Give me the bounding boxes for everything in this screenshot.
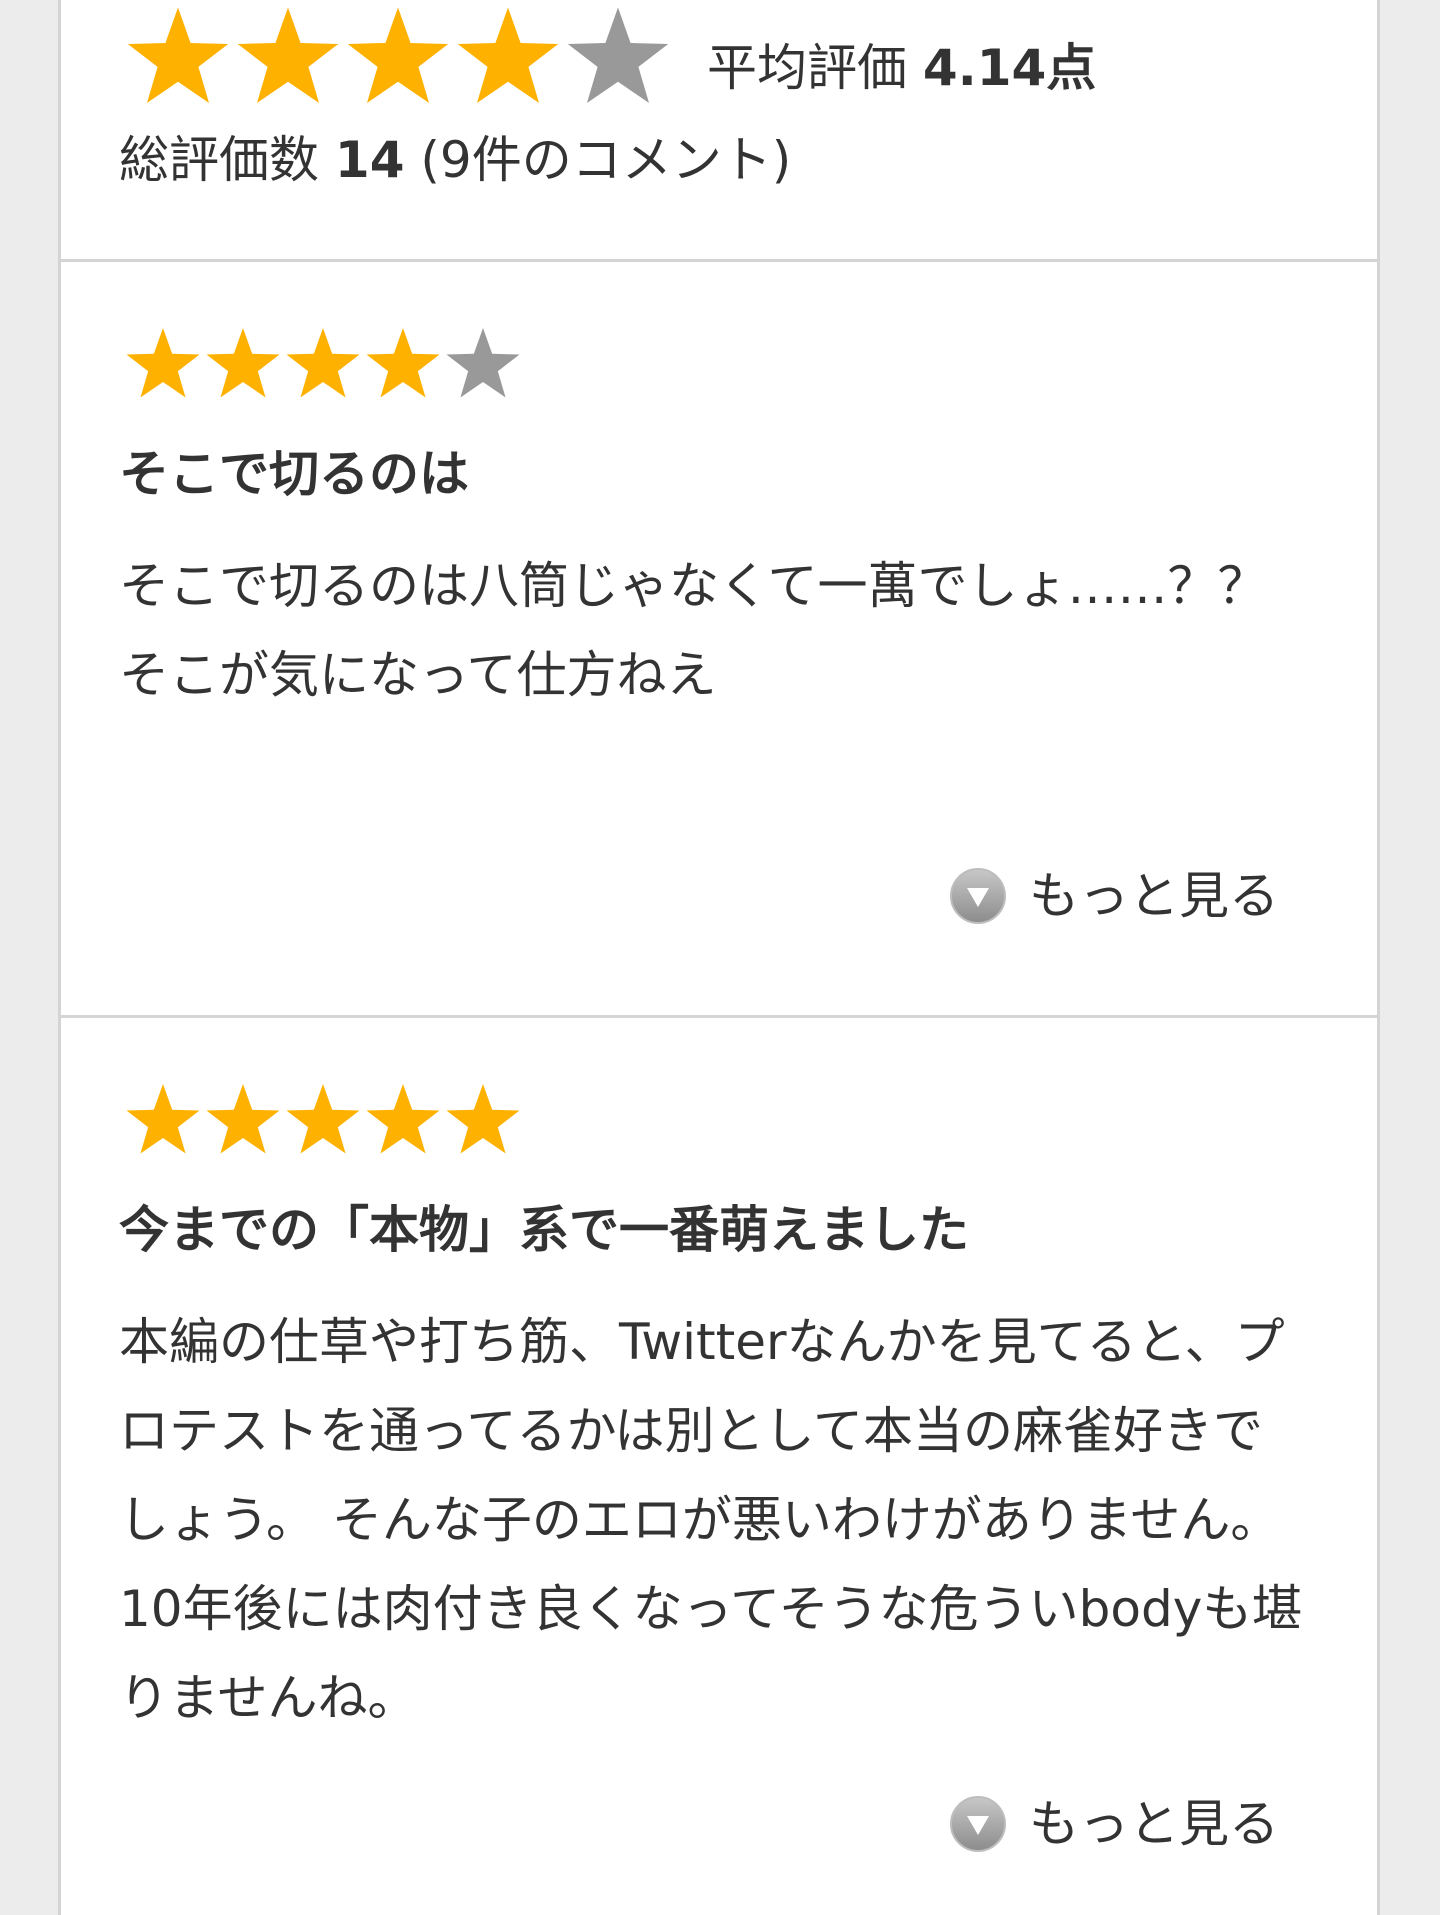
- show-more-button[interactable]: もっと見る: [949, 1794, 1279, 1854]
- review-star-rating: [123, 1080, 523, 1160]
- star-empty-icon: [567, 7, 669, 104]
- comment-count: (9件のコメント): [420, 131, 792, 189]
- star-empty-icon: [446, 328, 520, 398]
- star-filled-icon: [126, 1084, 200, 1154]
- review-star-rating: [123, 324, 523, 404]
- star-filled-icon: [286, 1084, 360, 1154]
- average-rating-value: 4.14点: [922, 39, 1097, 97]
- star-filled-icon: [127, 7, 229, 104]
- review-item: そこで切るのは そこで切るのは八筒じゃなくて一萬でしょ……？？ そこが気になって…: [61, 262, 1377, 1018]
- star-filled-icon: [347, 7, 449, 104]
- star-filled-icon: [206, 328, 280, 398]
- show-more-label: もっと見る: [1029, 867, 1279, 925]
- star-filled-icon: [446, 1084, 520, 1154]
- review-body: 本編の仕草や打ち筋、Twitterなんかを見てると、プロテストを通ってるかは別と…: [119, 1313, 1303, 1727]
- review-item: 今までの「本物」系で一番萌えました 本編の仕草や打ち筋、Twitterなんかを見…: [61, 1018, 1377, 1915]
- star-filled-icon: [366, 328, 440, 398]
- star-filled-icon: [457, 7, 559, 104]
- review-title: 今までの「本物」系で一番萌えました: [119, 1201, 969, 1259]
- star-filled-icon: [286, 328, 360, 398]
- total-ratings: 総評価数 14 (9件のコメント): [119, 130, 791, 190]
- average-rating-label: 平均評価: [707, 39, 907, 97]
- review-title: そこで切るのは: [119, 445, 469, 503]
- triangle-down-circle-icon: [950, 1796, 1006, 1852]
- summary-star-rating: [123, 2, 673, 112]
- triangle-down-circle-icon: [950, 868, 1006, 924]
- rating-summary: 平均評価 4.14点 総評価数 14 (9件のコメント): [61, 0, 1377, 262]
- star-filled-icon: [206, 1084, 280, 1154]
- star-filled-icon: [126, 328, 200, 398]
- total-ratings-label: 総評価数: [119, 131, 319, 189]
- average-rating: 平均評価 4.14点: [707, 38, 1096, 98]
- total-ratings-value: 14: [334, 131, 405, 189]
- star-filled-icon: [237, 7, 339, 104]
- review-body: そこで切るのは八筒じゃなくて一萬でしょ……？？ そこが気になって仕方ねえ: [119, 557, 1268, 704]
- show-more-button[interactable]: もっと見る: [949, 866, 1279, 926]
- reviews-panel: 平均評価 4.14点 総評価数 14 (9件のコメント) そこで切るのは そこで…: [58, 0, 1380, 1915]
- star-filled-icon: [366, 1084, 440, 1154]
- show-more-label: もっと見る: [1029, 1795, 1279, 1853]
